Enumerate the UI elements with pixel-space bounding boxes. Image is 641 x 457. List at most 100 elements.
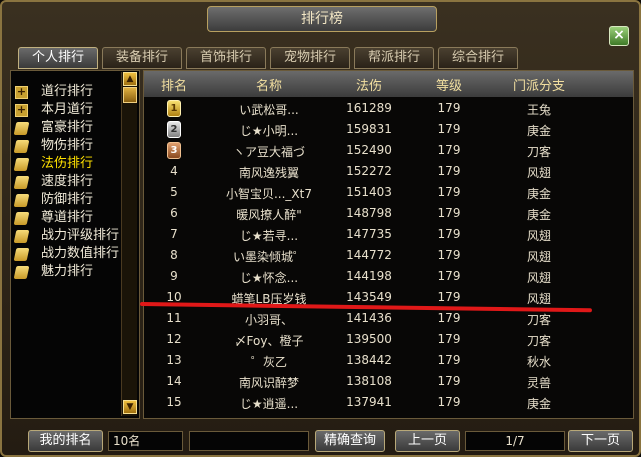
cell-value: 152272 [346,164,392,178]
cell-value: 147735 [346,227,392,241]
cell-value: 138442 [346,353,392,367]
table-row[interactable]: 13 ゜灰乙 138442 179 秋水 [144,351,633,372]
cell-value: 161289 [346,101,392,115]
header-rank: 排名 [160,79,187,94]
cell-level: 179 [437,374,461,388]
my-rank-button[interactable]: 我的排名 [28,430,103,452]
scroll-down-button[interactable]: ▼ [123,400,137,414]
table-row[interactable]: 5 小智宝贝..._Xt7 151403 179 庚金 [144,183,633,204]
cell-value: 144772 [346,248,392,262]
category-item[interactable]: 战力数值排行 [13,245,127,263]
table-header: 排名 名称 法伤 等级 门派分支 [144,71,633,97]
plus-icon[interactable]: + [15,104,28,117]
cell-branch: 风翅 [526,292,551,306]
cell-name: 暖风撩人醉" [236,208,302,222]
scroll-icon [13,176,30,189]
cell-name: い武松哥... [239,103,299,117]
cell-branch: 风翅 [526,271,551,285]
category-item[interactable]: 速度排行 [13,173,127,191]
cell-rank: 14 [166,374,182,388]
category-item[interactable]: 富豪排行 [13,119,127,137]
cell-name: じ★怀念... [239,271,299,285]
scroll-up-button[interactable]: ▲ [123,72,137,86]
close-icon: × [613,27,625,43]
table-row[interactable]: 1 い武松哥... 161289 179 王兔 [144,99,633,120]
category-item[interactable]: + 道行排行 [15,83,127,101]
header-value: 法伤 [355,79,382,94]
cell-level: 179 [437,101,461,115]
cell-level: 179 [437,269,461,283]
tab-equipment[interactable]: 装备排行 [102,47,182,69]
scroll-thumb[interactable] [123,87,137,103]
scroll-icon [13,140,30,153]
next-page-button[interactable]: 下一页 [568,430,633,452]
tab-jewelry[interactable]: 首饰排行 [186,47,266,69]
cell-level: 179 [437,332,461,346]
cell-value: 139500 [346,332,392,346]
window-title: 排行榜 [207,6,437,32]
category-item-selected[interactable]: 法伤排行 [13,155,127,173]
tab-overall[interactable]: 综合排行 [438,47,518,69]
cell-value: 141436 [346,311,392,325]
table-row[interactable]: 2 じ★小明... 159831 179 庚金 [144,120,633,141]
close-button[interactable]: × [609,26,629,46]
gold-medal-icon: 1 [167,100,181,117]
my-rank-value: 10名 [108,431,183,451]
cell-rank: 13 [166,353,182,367]
category-item[interactable]: 物伤排行 [13,137,127,155]
category-item[interactable]: 战力评级排行 [13,227,127,245]
cell-rank: 6 [170,206,178,220]
tab-pet[interactable]: 宠物排行 [270,47,350,69]
cell-value: 152490 [346,143,392,157]
scroll-icon [13,248,30,261]
bronze-medal-icon: 3 [167,142,181,159]
cell-rank: 9 [170,269,178,283]
cell-value: 137941 [346,395,392,409]
table-row[interactable]: 12 〆Foy、橙子 139500 179 刀客 [144,330,633,351]
table-row[interactable]: 8 い墨染倾城゜ 144772 179 风翅 [144,246,633,267]
table-row[interactable]: 7 じ★若寻... 147735 179 风翅 [144,225,633,246]
search-button[interactable]: 精确查询 [315,430,385,452]
table-row[interactable]: 6 暖风撩人醉" 148798 179 庚金 [144,204,633,225]
cell-branch: 灵兽 [526,376,551,390]
cell-branch: 庚金 [526,187,551,201]
category-item[interactable]: 魅力排行 [13,263,127,281]
cell-level: 179 [437,122,461,136]
arrow-down-icon: ▼ [126,402,134,412]
search-input[interactable] [189,431,309,451]
category-item[interactable]: 尊道排行 [13,209,127,227]
cell-rank: 15 [166,395,182,409]
cell-name: じ★若寻... [239,229,299,243]
table-row[interactable]: 4 南风逸残翼 152272 179 风翅 [144,162,633,183]
cell-name: ゜灰乙 [250,355,287,369]
cell-level: 179 [437,311,461,325]
cell-name: 〆Foy、橙子 [234,334,304,348]
table-row[interactable]: 15 じ★逍遥... 137941 179 庚金 [144,393,633,414]
table-row[interactable]: 9 じ★怀念... 144198 179 风翅 [144,267,633,288]
cell-name: 小羽哥、 [244,313,293,327]
cell-branch: 王兔 [526,103,551,117]
cell-name: い墨染倾城゜ [232,250,305,264]
cell-branch: 刀客 [526,334,551,348]
header-level: 等级 [435,79,462,94]
category-item[interactable]: + 本月道行 [15,101,127,119]
tab-personal[interactable]: 个人排行 [18,47,98,69]
silver-medal-icon: 2 [167,121,181,138]
category-item[interactable]: 防御排行 [13,191,127,209]
cell-value: 144198 [346,269,392,283]
table-row[interactable]: 14 南风识醉梦 138108 179 灵兽 [144,372,633,393]
tab-guild[interactable]: 帮派排行 [354,47,434,69]
scroll-icon [13,212,30,225]
plus-icon[interactable]: + [15,86,28,99]
bottom-bar: 我的排名 10名 精确查询 上一页 1/7 下一页 [10,430,634,452]
scroll-icon [13,266,30,279]
table-row[interactable]: 11 小羽哥、 141436 179 刀客 [144,309,633,330]
prev-page-button[interactable]: 上一页 [395,430,460,452]
cell-name: じ★逍遥... [239,397,299,411]
cell-level: 179 [437,206,461,220]
cell-level: 179 [437,227,461,241]
cell-name: 小智宝贝..._Xt7 [225,187,312,201]
category-scrollbar[interactable]: ▲ ▼ [121,72,137,416]
table-row[interactable]: 3 ヽア豆大福づ 152490 179 刀客 [144,141,633,162]
cell-level: 179 [437,185,461,199]
